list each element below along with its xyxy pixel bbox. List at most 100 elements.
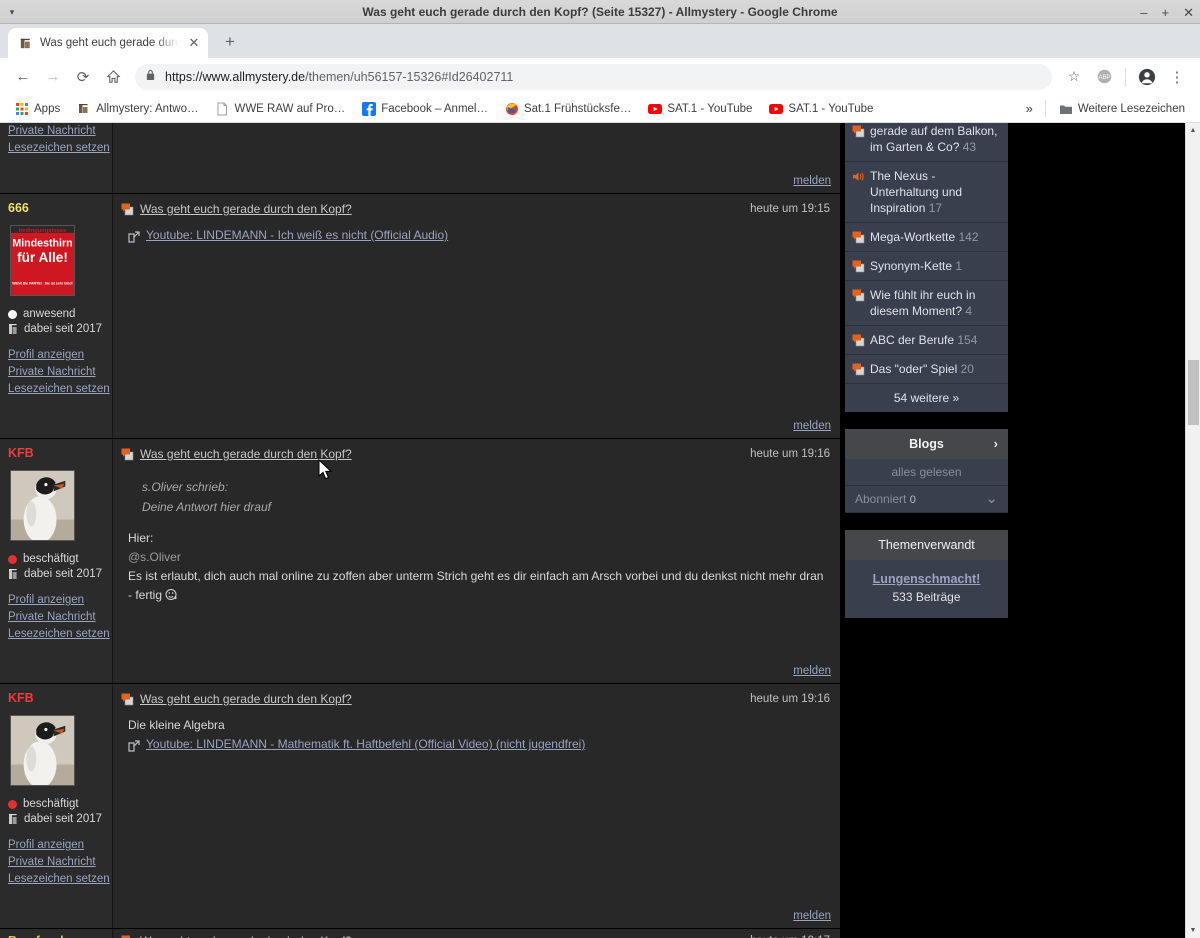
bookmark-link[interactable]: Lesezeichen setzen <box>8 871 110 888</box>
bookmark-label: Apps <box>34 102 61 115</box>
profile-avatar-icon[interactable] <box>1133 63 1161 91</box>
bookmark-allmystery[interactable]: Allmystery: Antwo… <box>70 99 205 119</box>
thread-title-link[interactable]: Was geht euch gerade durch den Kopf? <box>140 202 352 216</box>
forward-icon[interactable]: → <box>39 63 67 91</box>
avatar[interactable] <box>10 470 75 541</box>
home-icon[interactable] <box>99 63 127 91</box>
bookmark-wwe-raw[interactable]: WWE RAW auf Pro… <box>208 99 352 119</box>
sidebar-thread-label: ABC der Berufe 154 <box>870 332 977 348</box>
speaker-icon <box>852 170 865 183</box>
sidebar-thread-wie-fuehlt-ihr-euch[interactable]: Wie fühlt ihr euch in diesem Moment? 4 <box>845 281 1008 326</box>
subscribed-count: 0 <box>909 494 916 506</box>
bookmark-star-icon[interactable]: ☆ <box>1060 63 1088 91</box>
status-label: beschäftigt <box>23 798 79 810</box>
post-bumfuzzle: Bumfuzzle Was geht euch gerade durch den… <box>0 929 840 938</box>
url-path: /themen/uh56157-15326#Id26402711 <box>305 69 514 84</box>
adblock-extension-icon[interactable]: ABP <box>1090 63 1118 91</box>
tab-close-icon[interactable]: ✕ <box>186 35 202 51</box>
private-message-link[interactable]: Private Nachricht <box>8 854 104 871</box>
thread-title-link[interactable]: Was geht euch gerade durch den Kopf? <box>140 692 352 706</box>
sidebar-thread-balkon[interactable]: gerade auf dem Balkon, im Garten & Co? 4… <box>845 123 1008 162</box>
blogs-subscribed-row[interactable]: Abonniert 0 ⌄ <box>845 486 1008 513</box>
sidebar-thread-abc-der-berufe[interactable]: ABC der Berufe 154 <box>845 326 1008 355</box>
apps-grid-icon <box>15 102 29 116</box>
svg-text:für Alle!: für Alle! <box>17 250 68 265</box>
post-profile-column: Bumfuzzle <box>0 929 113 938</box>
view-profile-link[interactable]: Profil anzeigen <box>8 347 104 364</box>
bookmark-sat1-youtube-1[interactable]: SAT.1 - YouTube <box>641 99 759 119</box>
report-link[interactable]: melden <box>793 910 831 922</box>
private-message-link[interactable]: Private Nachricht <box>8 609 104 626</box>
avatar[interactable] <box>10 715 75 786</box>
close-window-button[interactable]: ✕ <box>1183 6 1194 19</box>
minimize-button[interactable]: – <box>1140 6 1147 19</box>
profile-links: Profil anzeigen Private Nachricht Leseze… <box>8 347 110 398</box>
external-link[interactable]: Youtube: LINDEMANN - Mathematik ft. Haft… <box>128 735 585 754</box>
related-topic-link[interactable]: Lungenschmacht! <box>853 572 1000 586</box>
post-username[interactable]: 666 <box>8 201 104 215</box>
post-mention[interactable]: @s.Oliver <box>128 548 830 567</box>
status-dot-icon <box>8 799 17 809</box>
status-dot-icon <box>8 309 17 319</box>
bookmark-apps[interactable]: Apps <box>8 99 67 119</box>
blogs-box: Blogs › alles gelesen Abonniert 0 ⌄ <box>845 429 1008 513</box>
back-icon[interactable]: ← <box>9 63 37 91</box>
bookmark-link[interactable]: Lesezeichen setzen <box>8 381 110 398</box>
other-bookmarks-folder[interactable]: Weitere Lesezeichen <box>1052 99 1192 119</box>
bookmark-sat1-youtube-2[interactable]: SAT.1 - YouTube <box>762 99 880 119</box>
chevron-down-icon[interactable]: ⌄ <box>985 491 998 506</box>
view-profile-link[interactable]: Profil anzeigen <box>8 592 104 609</box>
post-666: 666 bedingungsloses Mindesthirn für Alle… <box>0 194 840 439</box>
allmystery-icon <box>77 102 91 116</box>
report-link[interactable]: melden <box>793 175 831 187</box>
sidebar-thread-synonym-kette[interactable]: Synonym-Kette 1 <box>845 252 1008 281</box>
post-username[interactable]: KFB <box>8 446 104 460</box>
page-scrollbar[interactable]: ▲ ▼ <box>1185 123 1200 938</box>
sidebar-thread-count: 154 <box>957 333 978 347</box>
sidebar-thread-mega-wortkette[interactable]: Mega-Wortkette 142 <box>845 223 1008 252</box>
post-username[interactable]: Bumfuzzle <box>8 934 104 938</box>
thread-title-link[interactable]: Was geht euch gerade durch den Kopf? <box>140 934 352 938</box>
reload-icon[interactable]: ⟳ <box>69 63 97 91</box>
sidebar-thread-label: Mega-Wortkette 142 <box>870 229 979 245</box>
private-message-link[interactable]: Private Nachricht <box>8 123 104 140</box>
view-profile-link[interactable]: Profil anzeigen <box>8 837 104 854</box>
browser-tab-active[interactable]: Was geht euch gerade durch de ✕ <box>8 28 208 58</box>
sidebar-thread-nexus[interactable]: The Nexus - Unterhaltung und Inspiration… <box>845 162 1008 223</box>
new-tab-button[interactable]: + <box>216 28 244 56</box>
bookmark-sat1-fruehstuecksfernsehen[interactable]: Sat.1 Frühstücksfe… <box>498 99 638 119</box>
profile-links: Profil anzeigen Private Nachricht Leseze… <box>8 592 110 643</box>
sidebar-thread-label: Wie fühlt ihr euch in diesem Moment? 4 <box>870 287 1001 319</box>
post-content: Was geht euch gerade durch den Kopf? heu… <box>113 439 840 683</box>
thread-title-link[interactable]: Was geht euch gerade durch den Kopf? <box>140 447 352 461</box>
bookmarks-overflow-icon[interactable]: » <box>1020 101 1039 116</box>
address-bar[interactable]: https://www.allmystery.de/themen/uh56157… <box>135 63 1052 90</box>
chevron-right-icon[interactable]: › <box>994 436 998 451</box>
profile-links: Profil anzeigen Private Nachricht Leseze… <box>8 837 110 888</box>
member-since-label: dabei seit 2017 <box>24 568 103 580</box>
scroll-down-arrow-icon[interactable]: ▼ <box>1186 923 1200 938</box>
post-username[interactable]: KFB <box>8 691 104 705</box>
sidebar-thread-das-oder-spiel[interactable]: Das "oder" Spiel 20 <box>845 355 1008 384</box>
external-link-icon <box>128 230 140 243</box>
chrome-menu-icon[interactable]: ⋮ <box>1163 63 1191 91</box>
member-icon <box>8 813 18 825</box>
sidebar-more-link[interactable]: 54 weitere » <box>845 384 1008 412</box>
scroll-up-arrow-icon[interactable]: ▲ <box>1186 123 1200 138</box>
sidebar-thread-label: The Nexus - Unterhaltung und Inspiration… <box>870 168 1001 216</box>
avatar[interactable]: bedingungsloses Mindesthirn für Alle! Wä… <box>10 225 75 296</box>
bookmark-link[interactable]: Lesezeichen setzen <box>8 626 110 643</box>
report-link[interactable]: melden <box>793 420 831 432</box>
maximize-button[interactable]: + <box>1162 6 1170 19</box>
folder-icon <box>1059 102 1073 116</box>
bookmark-label: WWE RAW auf Pro… <box>234 102 346 115</box>
profile-links: Private Nachricht Lesezeichen setzen <box>8 123 110 157</box>
private-message-link[interactable]: Private Nachricht <box>8 364 104 381</box>
report-link[interactable]: melden <box>793 665 831 677</box>
bookmark-label: Sat.1 Frühstücksfe… <box>523 102 632 115</box>
scrollbar-thumb[interactable] <box>1188 360 1199 425</box>
external-link[interactable]: Youtube: LINDEMANN - Ich weiß es nicht (… <box>128 226 448 245</box>
blogs-all-read[interactable]: alles gelesen <box>845 459 1008 486</box>
bookmark-facebook[interactable]: Facebook – Anmel… <box>355 99 495 119</box>
bookmark-link[interactable]: Lesezeichen setzen <box>8 140 110 157</box>
